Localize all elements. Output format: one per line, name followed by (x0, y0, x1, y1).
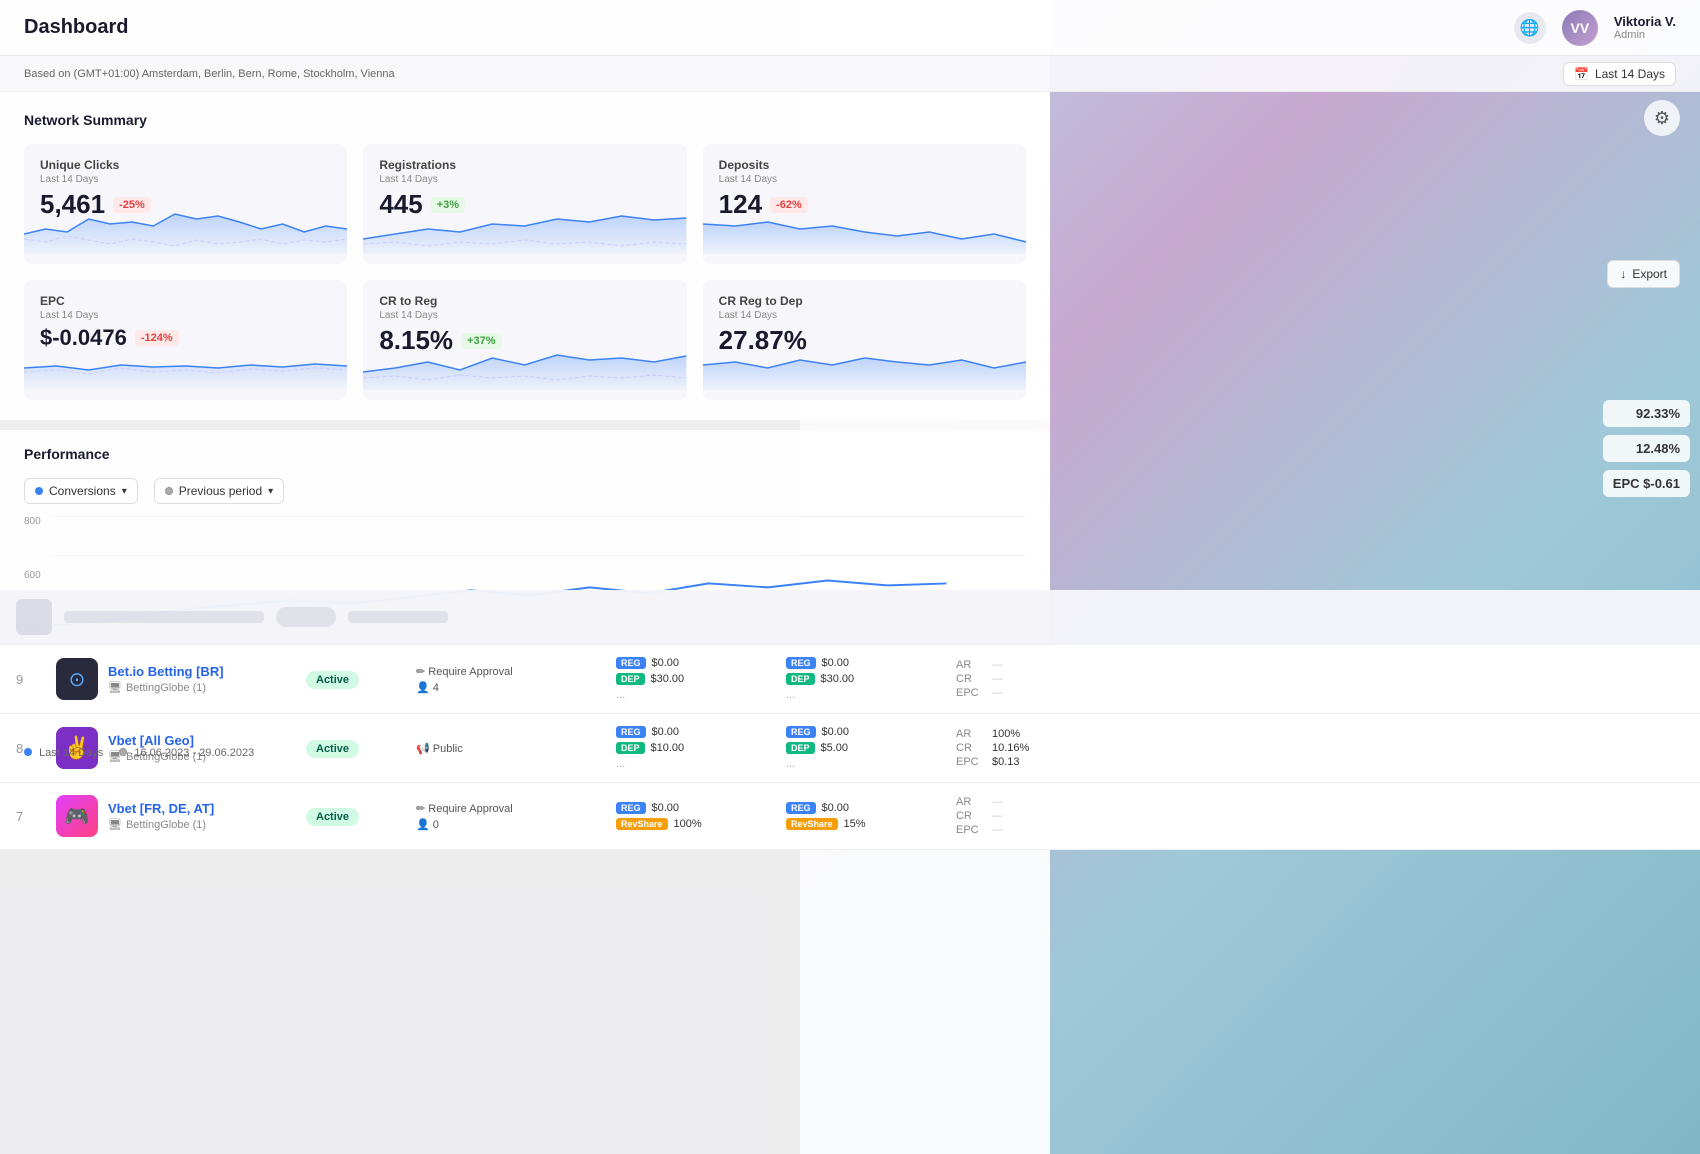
metric-label-1: Unique Clicks (40, 158, 331, 172)
right-stat-value-1: 92.33% (1613, 406, 1680, 421)
your-payout-7: REG $0.00 RevShare 100% (616, 802, 786, 830)
metrics-grid: Unique Clicks Last 14 Days 5,461 -25% (24, 144, 1026, 400)
status-8: Active (306, 739, 416, 758)
sparkline-3 (703, 204, 1026, 254)
metric-label-2: Registrations (379, 158, 670, 172)
shimmer-badge (276, 607, 336, 627)
table-row-8: 8 ✌ Vbet [All Geo] 🖥 BettingGlobe (1) Ac… (0, 714, 1700, 783)
table-row-shimmer (0, 590, 1700, 645)
table-row: 9 ⊙ Bet.io Betting [BR] 🖥 BettingGlobe (… (0, 645, 1700, 714)
metric-period-3: Last 14 Days (719, 174, 1010, 185)
sparkline-2 (363, 204, 686, 254)
export-arrow-icon: ↓ (1620, 267, 1626, 281)
metric-period-6: Last 14 Days (719, 310, 1010, 321)
status-badge-7: Active (306, 808, 359, 826)
metric-deposits: Deposits Last 14 Days 124 -62% (703, 144, 1026, 264)
right-stat-1: 92.33% (1603, 400, 1690, 427)
metric-label-5: CR to Reg (379, 294, 670, 308)
table-row-7: 7 🎮 Vbet [FR, DE, AT] 🖥 BettingGlobe (1)… (0, 783, 1700, 850)
timezone-label: Based on (GMT+01:00) Amsterdam, Berlin, … (24, 68, 395, 80)
user-info: Viktoria V. Admin (1614, 14, 1676, 41)
table-section: 9 ⊙ Bet.io Betting [BR] 🖥 BettingGlobe (… (0, 590, 1700, 850)
metric-period-4: Last 14 Days (40, 310, 331, 321)
metric-period-2: Last 14 Days (379, 174, 670, 185)
calendar-icon: 📅 (1574, 67, 1589, 81)
metric-label-3: Deposits (719, 158, 1010, 172)
sparkline-1 (24, 204, 347, 254)
right-stat-value-2: 12.48% (1613, 441, 1680, 456)
right-stat-value-3: EPC $-0.61 (1613, 476, 1680, 491)
stats-9: AR — CR — EPC — (956, 659, 1684, 699)
metric-unique-clicks: Unique Clicks Last 14 Days 5,461 -25% (24, 144, 347, 264)
export-label: Export (1632, 267, 1667, 281)
export-button[interactable]: ↓ Export (1607, 260, 1680, 288)
network-payout-9: REG $0.00 DEP $30.00 ... (786, 657, 956, 701)
header: Dashboard 🌐 VV Viktoria V. Admin (0, 0, 1700, 56)
globe-icon[interactable]: 🌐 (1514, 12, 1546, 44)
legend-dot-current (24, 748, 32, 756)
metric-period-5: Last 14 Days (379, 310, 670, 321)
sparkline-5 (363, 340, 686, 390)
status-badge-8: Active (306, 740, 359, 758)
avatar: VV (1562, 10, 1598, 46)
your-payout-8: REG $0.00 DEP $10.00 ... (616, 726, 786, 770)
status-badge-9: Active (306, 671, 359, 689)
network-payout-7: REG $0.00 RevShare 15% (786, 802, 956, 830)
right-stat-3: EPC $-0.61 (1603, 470, 1690, 497)
header-right: 🌐 VV Viktoria V. Admin (1514, 10, 1676, 46)
metric-label-4: EPC (40, 294, 331, 308)
legend-current: Last 14 Days (24, 747, 103, 759)
settings-icon[interactable]: ⚙ (1644, 100, 1680, 136)
chevron-down-icon-2: ▾ (268, 486, 273, 497)
sparkline-6 (703, 340, 1026, 390)
approval-8: 📢 Public (416, 742, 616, 755)
timezone-bar: Based on (GMT+01:00) Amsterdam, Berlin, … (0, 56, 1700, 92)
metric-registrations: Registrations Last 14 Days 445 +3% (363, 144, 686, 264)
network-summary-title: Network Summary (24, 112, 1026, 128)
stats-8: AR 100% CR 10.16% EPC $0.13 (956, 728, 1684, 768)
metric-cr-dep: CR Reg to Dep Last 14 Days 27.87% (703, 280, 1026, 400)
status-9: Active (306, 670, 416, 689)
network-payout-8: REG $0.00 DEP $5.00 ... (786, 726, 956, 770)
status-7: Active (306, 807, 416, 826)
metric-period-1: Last 14 Days (40, 174, 331, 185)
metric-label-6: CR Reg to Dep (719, 294, 1010, 308)
user-name: Viktoria V. (1614, 14, 1676, 29)
shimmer-payout (348, 611, 448, 623)
your-payout-9: REG $0.00 DEP $30.00 ... (616, 657, 786, 701)
stats-7: AR — CR — EPC — (956, 796, 1684, 836)
metric-cr-reg: CR to Reg Last 14 Days 8.15% +37% (363, 280, 686, 400)
date-range-label: Last 14 Days (1595, 67, 1665, 81)
page-title: Dashboard (24, 16, 128, 39)
network-summary: Network Summary Unique Clicks Last 14 Da… (0, 92, 1050, 420)
user-role: Admin (1614, 29, 1676, 41)
right-stat-2: 12.48% (1603, 435, 1690, 462)
approval-9: ✏ Require Approval 👤 4 (416, 665, 616, 694)
approval-7: ✏ Require Approval 👤 0 (416, 802, 616, 831)
date-range-button[interactable]: 📅 Last 14 Days (1563, 62, 1676, 86)
sparkline-4 (24, 340, 347, 390)
legend-dot-previous (119, 748, 127, 756)
chart-legend: Last 14 Days 16.06.2023 - 29.06.2023 (24, 408, 254, 1098)
legend-previous: 16.06.2023 - 29.06.2023 (119, 747, 254, 759)
metric-epc: EPC Last 14 Days $-0.0476 -124% (24, 280, 347, 400)
right-stats: 92.33% 12.48% EPC $-0.61 (1603, 400, 1690, 497)
